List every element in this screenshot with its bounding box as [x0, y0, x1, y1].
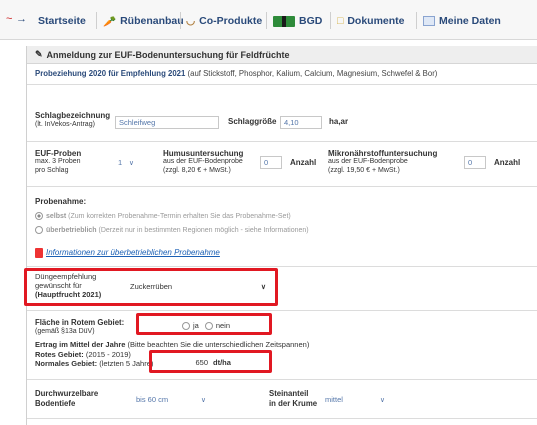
ertrag-rotes: Rotes Gebiet: (2015 - 2019) [35, 350, 131, 359]
euf-proben-label: EUF-Proben [35, 149, 82, 158]
euf-proben-line3: pro Schlag [35, 167, 69, 174]
divider [27, 186, 537, 187]
nav-separator [266, 12, 267, 29]
nav-separator [96, 12, 97, 29]
euf-proben-select[interactable]: 1 ∨ [115, 156, 137, 169]
radio-ueberbetrieblich[interactable] [35, 226, 43, 234]
highlight-flaeche [136, 313, 272, 335]
schlaggroesse-unit: ha,ar [329, 117, 349, 126]
humus-line2: aus der EUF-Bodenprobe [163, 158, 243, 165]
divider [27, 84, 537, 85]
divider [27, 266, 537, 267]
schlaggroesse-input[interactable]: 4,10 [280, 116, 322, 129]
beet-icon: 🥕 [103, 15, 117, 28]
nav-bgd[interactable]: BGD [273, 13, 322, 29]
probenahme-label: Probenahme: [35, 197, 87, 206]
humus-anzahl-input[interactable]: 0 [260, 156, 282, 169]
top-navigation: ~ → Startseite 🥕 Rübenanbau ◡ Co-Produkt… [0, 0, 537, 40]
ertrag-title: Ertrag im Mittel der Jahre (Bitte beacht… [35, 340, 310, 349]
divider [27, 418, 537, 419]
highlight-duenge [24, 268, 278, 306]
boden-line1: Durchwurzelbare [35, 389, 99, 398]
mikro-label: Mikronährstoffuntersuchung [328, 149, 438, 158]
divider [27, 379, 537, 380]
euf-proben-line2: max. 3 Proben [35, 158, 81, 165]
flaeche-label: Fläche in Rotem Gebiet: [35, 318, 125, 327]
chevron-down-icon: ∨ [200, 396, 206, 404]
schlag-input[interactable]: Schleifweg [115, 116, 219, 129]
nav-startseite[interactable]: Startseite [38, 13, 86, 29]
steinanteil-select[interactable]: mittel ∨ [322, 393, 388, 406]
bodentiefe-select[interactable]: bis 60 cm ∨ [133, 393, 209, 406]
nav-ruebenanbau[interactable]: 🥕 Rübenanbau [103, 13, 184, 29]
divider [27, 141, 537, 142]
nav-separator [416, 12, 417, 29]
nav-separator [180, 12, 181, 29]
bowl-icon: ◡ [186, 15, 196, 27]
nav-meine-daten[interactable]: Meine Daten [423, 13, 501, 29]
logo-swoosh-icon: ~ [6, 13, 13, 25]
humus-line3: (zzgl. 8,20 € + MwSt.) [163, 167, 231, 174]
data-icon [423, 16, 435, 26]
highlight-ertrag [149, 350, 272, 373]
radio-selbst[interactable] [35, 212, 43, 220]
panel-subtitle: Probeziehung 2020 für Empfehlung 2021 (a… [35, 69, 438, 78]
pencil-icon: ✎ [35, 49, 43, 59]
ertrag-normal: Normales Gebiet: (letzten 5 Jahre) [35, 359, 154, 368]
schlag-label: Schlagbezeichnung [35, 111, 111, 120]
mikro-anzahl-input[interactable]: 0 [464, 156, 486, 169]
divider [27, 310, 537, 311]
bgd-icon [273, 15, 295, 27]
flaeche-sublabel: (gemäß §13a DüV) [35, 328, 95, 335]
mikro-line3: (zzgl. 19,50 € + MwSt.) [328, 167, 400, 174]
chevron-down-icon: ∨ [128, 159, 134, 167]
humus-label: Humusuntersuchung [163, 149, 244, 158]
stein-line1: Steinanteil [269, 389, 309, 398]
mikro-line2: aus der EUF-Bodenprobe [328, 158, 408, 165]
info-link[interactable]: Informationen zur überbetrieblichen Prob… [46, 248, 220, 257]
probenahme-option-selbst[interactable]: selbst (Zum korrekten Probenahme-Termin … [35, 212, 291, 220]
schlag-sublabel: (lt. InVekos-Antrag) [35, 121, 95, 128]
nav-co-produkte[interactable]: ◡ Co-Produkte [186, 13, 262, 29]
logo-arrow-icon: → [16, 13, 27, 25]
info-link-row[interactable]: Informationen zur überbetrieblichen Prob… [35, 248, 220, 258]
chevron-down-icon: ∨ [379, 396, 385, 404]
boden-line2: Bodentiefe [35, 399, 76, 408]
schlaggroesse-label: Schlaggröße [228, 117, 277, 126]
mikro-anzahl-label: Anzahl [494, 158, 521, 167]
nav-dokumente[interactable]: □ Dokumente [337, 13, 405, 29]
panel-header: ✎ Anmeldung zur EUF-Bodenuntersuchung fü… [27, 46, 537, 64]
pdf-icon [35, 248, 43, 258]
nav-separator [330, 12, 331, 29]
humus-anzahl-label: Anzahl [290, 158, 317, 167]
panel-title: Anmeldung zur EUF-Bodenuntersuchung für … [46, 49, 290, 60]
folder-icon: □ [337, 15, 344, 27]
registration-panel: ✎ Anmeldung zur EUF-Bodenuntersuchung fü… [24, 46, 537, 425]
probenahme-option-ueberbetrieblich[interactable]: überbetrieblich (Derzeit nur in bestimmt… [35, 226, 309, 234]
stein-line2: in der Krume [269, 399, 318, 408]
